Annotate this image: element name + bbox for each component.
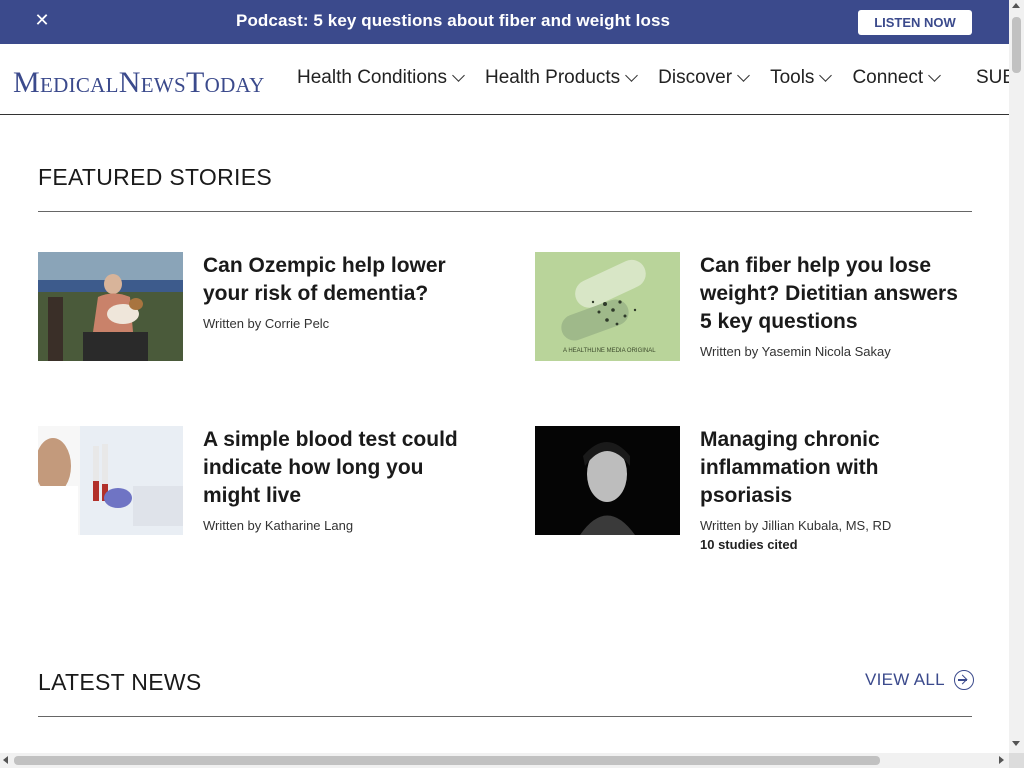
- image-caption: A HEALTHLINE MEDIA ORIGINAL: [563, 348, 656, 354]
- site-header: MEDICALNEWSTODAY Health Conditions Healt…: [0, 44, 1009, 115]
- nav-label: Discover: [658, 67, 733, 88]
- latest-news-heading: LATEST NEWS: [38, 669, 202, 695]
- chevron-down-icon: [737, 69, 750, 82]
- logo-letter: M: [13, 66, 40, 99]
- chevron-down-icon: [928, 69, 942, 82]
- listen-now-button[interactable]: LISTEN NOW: [858, 10, 972, 35]
- chevron-down-icon: [625, 69, 639, 82]
- logo-text: ODAY: [204, 73, 265, 97]
- story-title[interactable]: Managing chronic inflammation with psori…: [700, 426, 975, 510]
- vertical-scrollbar[interactable]: [1009, 0, 1024, 753]
- nav-connect[interactable]: Connect: [852, 67, 942, 89]
- scrollbar-thumb[interactable]: [14, 756, 880, 765]
- story-byline: Written by Corrie Pelc: [203, 316, 330, 331]
- banner-title[interactable]: Podcast: 5 key questions about fiber and…: [236, 11, 670, 31]
- arrow-right-circle-icon: [953, 670, 974, 690]
- story-image-woman-with-dog[interactable]: [38, 252, 183, 361]
- nav-health-conditions[interactable]: Health Conditions: [297, 67, 465, 89]
- story-title[interactable]: A simple blood test could indicate how l…: [203, 426, 478, 510]
- story-byline: Written by Jillian Kubala, MS, RD: [700, 518, 892, 533]
- nav-health-products[interactable]: Health Products: [484, 67, 639, 89]
- divider: [38, 211, 972, 212]
- studies-cited[interactable]: 10 studies cited: [700, 537, 975, 552]
- promo-banner: ✕ Podcast: 5 key questions about fiber a…: [0, 0, 1009, 44]
- featured-stories-heading: FEATURED STORIES: [38, 164, 272, 190]
- scroll-left-arrow-icon[interactable]: [3, 756, 8, 764]
- nav-label: Health Products: [484, 67, 621, 88]
- divider: [38, 716, 972, 717]
- story-title[interactable]: Can fiber help you lose weight? Dietitia…: [700, 252, 975, 336]
- main-nav: Health Conditions Health Products Discov…: [297, 67, 1009, 89]
- chevron-down-icon: [819, 69, 833, 82]
- story-image-woman-portrait[interactable]: [535, 426, 680, 535]
- story-image-blood-test[interactable]: [38, 426, 183, 535]
- logo-letter: T: [185, 66, 205, 99]
- logo-text: EDICAL: [39, 73, 119, 97]
- nav-label: Tools: [770, 67, 815, 88]
- story-title[interactable]: Can Ozempic help lower your risk of deme…: [203, 252, 478, 308]
- nav-label: Health Conditions: [297, 67, 447, 88]
- view-all-link[interactable]: VIEW ALL: [865, 670, 974, 690]
- nav-discover[interactable]: Discover: [658, 67, 750, 89]
- logo-letter: N: [118, 66, 141, 99]
- scroll-right-arrow-icon[interactable]: [999, 756, 1004, 764]
- nav-tools[interactable]: Tools: [770, 67, 833, 89]
- logo-text: EWS: [140, 73, 186, 97]
- site-logo[interactable]: MEDICALNEWSTODAY: [13, 66, 265, 100]
- close-icon[interactable]: ✕: [34, 10, 50, 30]
- chevron-down-icon: [452, 69, 465, 82]
- story-byline: Written by Yasemin Nicola Sakay: [700, 344, 891, 359]
- view-all-label: VIEW ALL: [865, 670, 945, 689]
- horizontal-scrollbar[interactable]: [0, 753, 1009, 768]
- story-image-fiber-capsule[interactable]: A HEALTHLINE MEDIA ORIGINAL: [535, 252, 680, 361]
- subscribe-link[interactable]: SUB: [976, 67, 1009, 89]
- nav-label: Connect: [852, 67, 924, 88]
- scroll-up-arrow-icon[interactable]: [1012, 3, 1020, 8]
- scroll-down-arrow-icon[interactable]: [1012, 741, 1020, 746]
- scrollbar-corner: [1009, 753, 1024, 768]
- scrollbar-thumb[interactable]: [1012, 17, 1021, 73]
- story-byline: Written by Katharine Lang: [203, 518, 354, 533]
